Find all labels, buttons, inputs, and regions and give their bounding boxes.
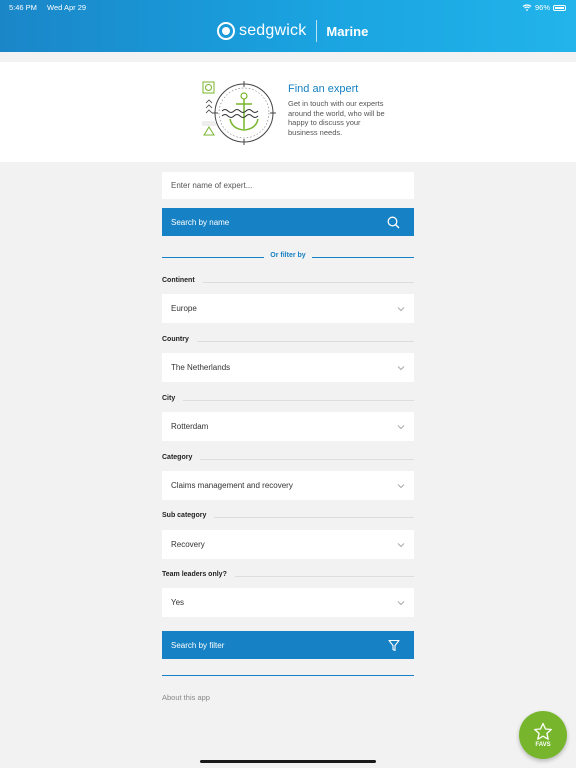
category-label-row: Category (162, 454, 414, 464)
status-bar: 5:46 PM Wed Apr 29 96% (0, 0, 576, 14)
search-by-name-label: Search by name (171, 217, 230, 227)
country-label: Country (162, 336, 197, 343)
search-by-filter-label: Search by filter (171, 640, 225, 650)
logo-text: sedgwick (239, 22, 307, 39)
sub-category-value: Recovery (171, 540, 205, 549)
sedgwick-logo-icon (217, 22, 235, 40)
city-label: City (162, 395, 184, 402)
continent-label-row: Continent (162, 277, 414, 287)
category-label: Category (162, 454, 201, 461)
category-value: Claims management and recovery (171, 481, 293, 490)
sub-category-select[interactable]: Recovery (162, 530, 414, 559)
chevron-down-icon (397, 483, 405, 488)
home-indicator[interactable] (200, 760, 376, 763)
country-value: The Netherlands (171, 363, 231, 372)
continent-value: Europe (171, 304, 197, 313)
team-leaders-select[interactable]: Yes (162, 588, 414, 617)
team-leaders-label: Team leaders only? (162, 571, 235, 578)
filter-divider-label: Or filter by (264, 252, 312, 259)
app-name: Marine (326, 23, 369, 39)
anchor-compass-illustration-icon (202, 81, 276, 145)
chevron-down-icon (397, 306, 405, 311)
status-date: Wed Apr 29 (47, 3, 87, 12)
team-leaders-value: Yes (171, 598, 185, 607)
favorites-label: FAVS (535, 742, 551, 748)
status-time: 5:46 PM (9, 3, 37, 12)
chevron-down-icon (397, 542, 405, 547)
battery-icon (553, 4, 566, 11)
brand: sedgwick Marine (217, 20, 368, 42)
bottom-divider (162, 675, 414, 676)
favorites-button[interactable]: FAVS (519, 711, 567, 759)
intro-title: Find an expert (288, 83, 359, 95)
search-form: Search by name (162, 172, 414, 236)
city-value: Rotterdam (171, 422, 209, 431)
chevron-down-icon (397, 600, 405, 605)
about-app-link[interactable]: About this app (162, 693, 210, 702)
filter-icon (388, 639, 400, 651)
intro-description: Get in touch with our experts around the… (288, 99, 385, 137)
search-by-name-button[interactable]: Search by name (162, 208, 414, 236)
team-leaders-label-row: Team leaders only? (162, 571, 414, 581)
continent-select[interactable]: Europe (162, 294, 414, 323)
city-label-row: City (162, 395, 414, 405)
search-icon (387, 216, 400, 228)
category-select[interactable]: Claims management and recovery (162, 471, 414, 500)
brand-separator (316, 20, 318, 42)
wifi-icon (522, 4, 532, 11)
chevron-down-icon (397, 424, 405, 429)
filter-divider: Or filter by (162, 252, 414, 259)
sub-category-label-row: Sub category (162, 512, 414, 522)
city-select[interactable]: Rotterdam (162, 412, 414, 441)
star-icon (534, 722, 552, 740)
country-label-row: Country (162, 336, 414, 346)
sub-category-label: Sub category (162, 512, 215, 519)
search-by-filter-button[interactable]: Search by filter (162, 631, 414, 659)
continent-label: Continent (162, 277, 203, 284)
chevron-down-icon (397, 365, 405, 370)
country-select[interactable]: The Netherlands (162, 353, 414, 382)
battery-percent: 96% (534, 3, 550, 12)
find-expert-intro: Find an expert Get in touch with our exp… (0, 62, 576, 162)
expert-name-input[interactable] (162, 172, 414, 199)
